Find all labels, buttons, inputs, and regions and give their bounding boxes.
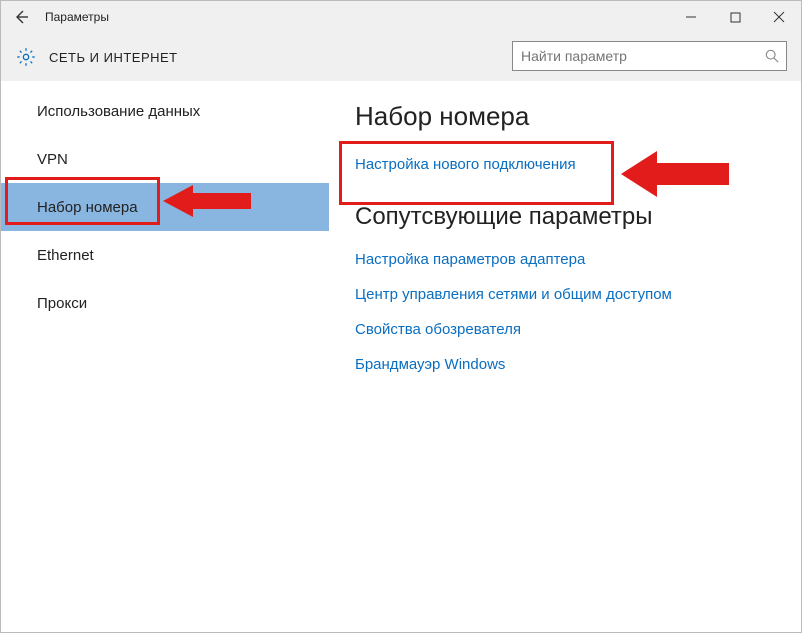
window-title: Параметры [45,10,109,24]
arrow-left-icon [13,9,29,25]
sidebar-item-label: Прокси [37,295,87,312]
close-button[interactable] [757,1,801,33]
sidebar: Использование данных VPN Набор номера Et… [1,81,329,632]
close-icon [773,11,785,23]
page-heading: Набор номера [355,101,775,132]
maximize-icon [730,12,741,23]
search-box[interactable] [512,41,787,71]
link-network-sharing-center[interactable]: Центр управления сетями и общим доступом [355,286,775,303]
sidebar-item-vpn[interactable]: VPN [1,135,329,183]
minimize-icon [685,11,697,23]
sidebar-item-data-usage[interactable]: Использование данных [1,87,329,135]
gear-icon [15,46,37,68]
main-content: Набор номера Настройка нового подключени… [329,81,801,632]
link-adapter-settings[interactable]: Настройка параметров адаптера [355,251,775,268]
sidebar-item-proxy[interactable]: Прокси [1,279,329,327]
back-button[interactable] [1,1,41,33]
sidebar-item-label: Ethernet [37,247,94,264]
search-input[interactable] [513,48,758,64]
titlebar: Параметры [1,1,801,33]
settings-window: Параметры [0,0,802,633]
link-new-connection[interactable]: Настройка нового подключения [355,156,775,173]
sidebar-item-label: Использование данных [37,103,200,120]
link-windows-firewall[interactable]: Брандмауэр Windows [355,356,775,373]
sidebar-item-label: Набор номера [37,199,138,216]
related-heading: Сопутсвующие параметры [355,203,775,231]
search-icon [758,42,786,70]
window-controls [669,1,801,33]
link-internet-options[interactable]: Свойства обозревателя [355,321,775,338]
body: Использование данных VPN Набор номера Et… [1,81,801,632]
section-title: СЕТЬ И ИНТЕРНЕТ [49,50,178,65]
maximize-button[interactable] [713,1,757,33]
header: СЕТЬ И ИНТЕРНЕТ [1,33,801,81]
minimize-button[interactable] [669,1,713,33]
sidebar-item-ethernet[interactable]: Ethernet [1,231,329,279]
sidebar-item-label: VPN [37,151,68,168]
sidebar-item-dialup[interactable]: Набор номера [1,183,329,231]
